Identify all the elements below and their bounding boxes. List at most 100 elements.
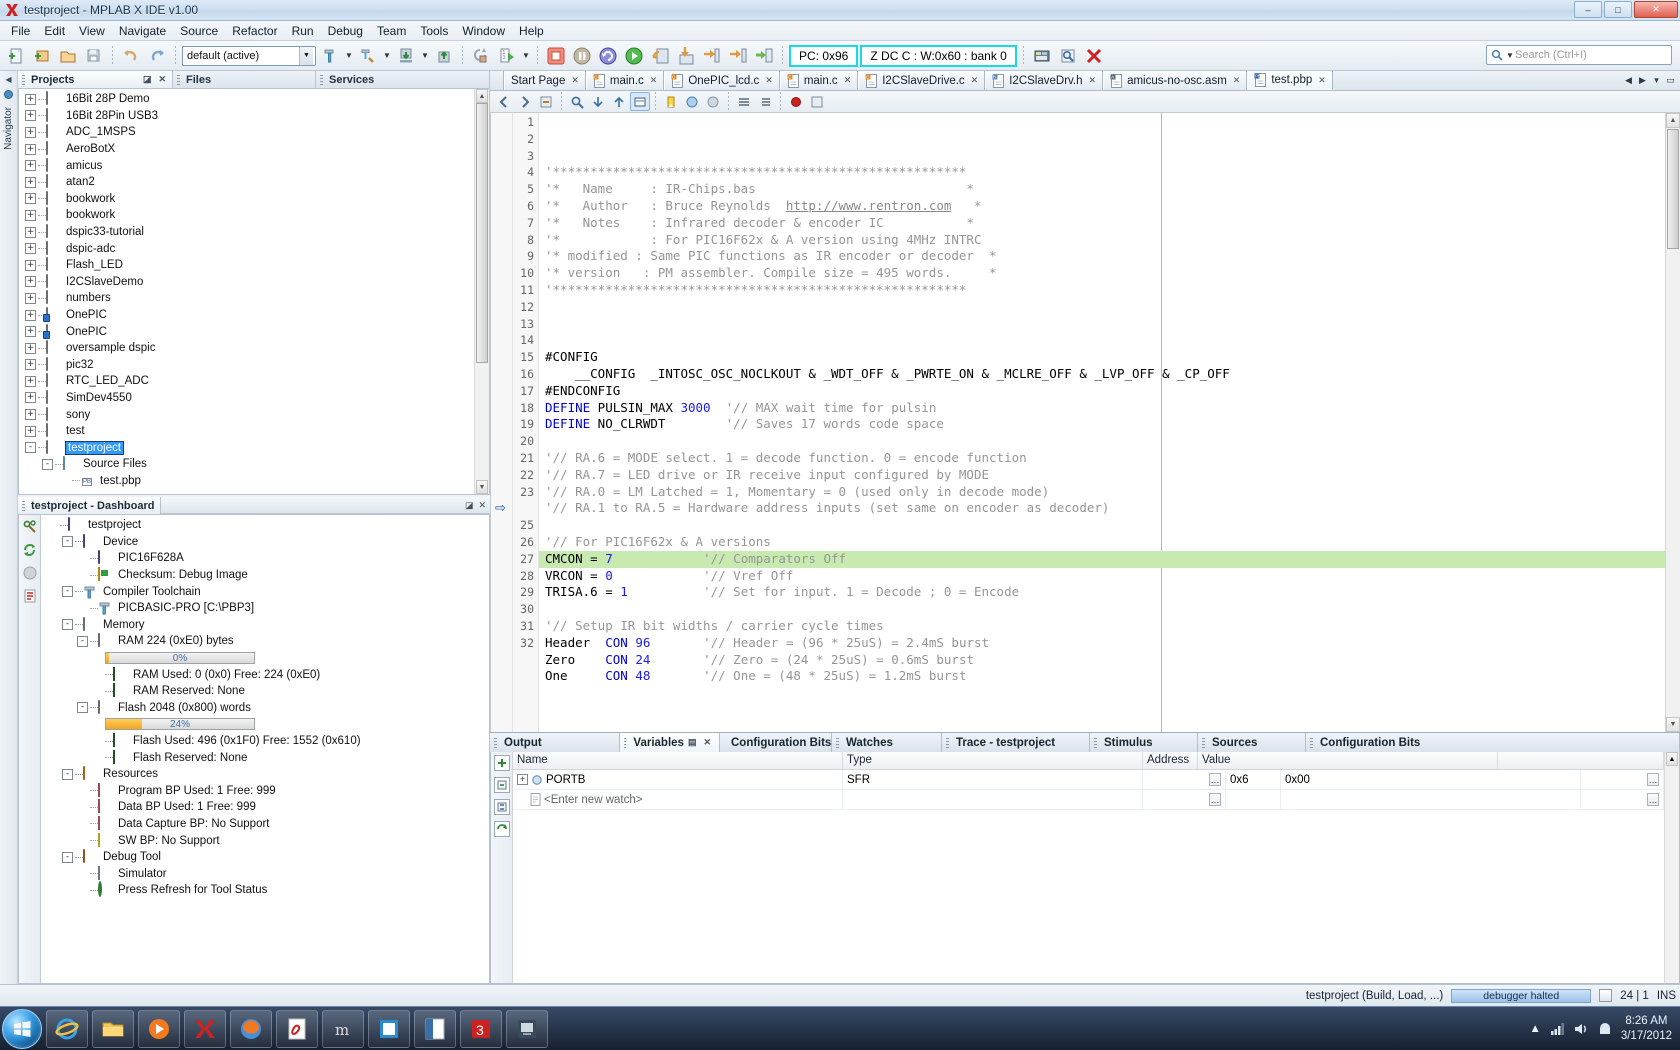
menu-item-run[interactable]: Run [285,22,321,40]
pdf-datasheet-icon[interactable] [22,588,38,604]
forward-icon[interactable] [515,92,535,111]
tray-network-icon[interactable] [1549,1021,1565,1037]
variables-scrollbar[interactable]: ▲ [1664,752,1679,983]
run-project-icon[interactable]: 13 [495,44,519,68]
dashboard-tree-row[interactable]: Flash Reserved: None [43,749,489,766]
make-and-program-icon[interactable] [394,44,418,68]
clean-build-icon[interactable] [356,44,380,68]
projects-tree[interactable]: +16Bit 28P Demo+16Bit 28Pin USB3+ADC_1MS… [19,89,489,489]
navigator-expand-icon[interactable]: ◀ [5,75,11,84]
bottom-tab-output[interactable]: Output [490,733,620,752]
panel-minimize-icon[interactable]: ◪ [143,74,152,85]
run-dropdown-icon[interactable]: ▼ [521,51,531,60]
step-over-icon[interactable] [648,44,672,68]
find-next-icon[interactable] [609,92,629,111]
tray-expand-icon[interactable]: ▲ [1529,1023,1540,1035]
menu-item-navigate[interactable]: Navigate [112,22,173,40]
project-tree-row[interactable]: +sony [21,406,489,423]
panel-tab-services[interactable]: Services [316,71,490,88]
project-tree-row[interactable]: +test [21,423,489,440]
project-tree-label[interactable]: RTC_LED_ADC [66,375,149,387]
excel-icon[interactable] [368,1010,410,1048]
collapse-icon[interactable]: - [42,459,53,470]
media-player-icon[interactable] [138,1010,180,1048]
project-tree-row[interactable]: +oversample dspic [21,340,489,357]
cell-editor-button-end[interactable]: … [1647,793,1659,806]
back-icon[interactable] [494,92,514,111]
project-tree-row[interactable]: +Flash_LED [21,257,489,274]
bottom-tab-sources[interactable]: Sources [1198,733,1306,752]
refresh-variables-icon[interactable] [494,821,510,837]
word-icon[interactable] [414,1010,456,1048]
next-bookmark-icon[interactable] [703,92,723,111]
code-line[interactable]: CMCON = 7 '// Comparators Off [539,551,1665,568]
expand-icon[interactable]: + [25,177,36,188]
bottom-tab-stimulus[interactable]: Stimulus [1090,733,1198,752]
breakpoint-gutter[interactable]: ⇨ [491,113,513,732]
project-tree-label[interactable]: bookwork [66,209,115,221]
tab-scroll-left-icon[interactable]: ◀ [1622,73,1635,89]
editor-vertical-scrollbar[interactable]: ▲ ▼ [1665,113,1680,732]
project-tree-label[interactable]: oversample dspic [66,342,155,354]
set-pc-at-cursor-icon[interactable] [752,44,776,68]
stop-debug-icon[interactable] [544,44,568,68]
code-line[interactable]: One CON 48 '// One = (48 * 25uS) = 1.2mS… [539,668,1665,685]
tab-close-icon[interactable]: ✕ [844,75,852,86]
bottom-panel-close-icon[interactable]: ✕ [703,737,711,748]
menu-item-source[interactable]: Source [173,22,225,40]
collapse-icon[interactable]: - [25,442,36,453]
code-line[interactable]: '// RA.6 = MODE select. 1 = decode funct… [539,450,1665,467]
dashboard-tree-row[interactable]: 0% [43,650,489,667]
project-tree-label[interactable]: dspic33-tutorial [66,226,144,238]
project-tree-row[interactable]: +OnePIC [21,307,489,324]
dashboard-tree[interactable]: testproject-DevicePIC16F628AChecksum: De… [41,515,489,983]
project-tree-label[interactable]: I2CSlaveDemo [66,276,143,288]
tab-close-icon[interactable]: ✕ [765,75,773,86]
cell-name[interactable]: <Enter new watch> [513,790,843,809]
find-previous-icon[interactable] [588,92,608,111]
dashboard-tree-row[interactable]: -Device [43,534,489,551]
code-line[interactable] [539,601,1665,618]
project-tree-row[interactable]: +AeroBotX [21,141,489,158]
code-line[interactable]: '* modified : Same PIC functions as IR e… [539,248,1665,265]
expand-icon[interactable]: + [25,127,36,138]
code-line[interactable] [539,433,1665,450]
editor-scroll-down-icon[interactable]: ▼ [1666,717,1680,732]
dashboard-tree-row[interactable]: Checksum: Debug Image [43,567,489,584]
editor-tab-test-pbp[interactable]: PBtest.pbp✕ [1247,71,1332,90]
code-line[interactable]: DEFINE NO_CLRWDT '// Saves 17 words code… [539,416,1665,433]
expand-icon[interactable]: + [25,409,36,420]
editor-scroll-up-icon[interactable]: ▲ [1666,113,1680,128]
bottom-tab-watches[interactable]: Watches [832,733,942,752]
project-tree-label[interactable]: OnePIC [66,326,107,338]
column-header-name[interactable]: Name [513,752,843,769]
code-line[interactable]: #CONFIG [539,349,1665,366]
minimize-button[interactable]: – [1574,1,1602,18]
project-tree-label[interactable]: Source Files [83,458,147,470]
start-orb-icon[interactable] [2,1009,42,1049]
dashboard-tree-row[interactable]: PICBASIC-PRO [C:\PBP3] [43,600,489,617]
bottom-tab-configuration-bits[interactable]: Configuration Bits [1306,733,1680,752]
search-dropdown-icon[interactable]: ▼ [1505,51,1515,60]
project-tree-row[interactable]: +SimDev4550 [21,390,489,407]
tab-close-icon[interactable]: ✕ [1233,75,1241,86]
code-line[interactable]: '***************************************… [539,282,1665,299]
cell-value[interactable] [1281,790,1581,809]
collapse-icon[interactable]: - [77,702,88,713]
toggle-bookmark-icon[interactable] [682,92,702,111]
expand-icon[interactable]: + [25,210,36,221]
code-line[interactable]: DEFINE PULSIN_MAX 3000 '// MAX wait time… [539,400,1665,417]
new-file-icon[interactable] [4,44,28,68]
cell-name[interactable]: +PORTB [513,770,843,789]
new-project-icon[interactable] [30,44,54,68]
code-line[interactable] [539,332,1665,349]
code-line[interactable]: '// RA.7 = LED drive or IR receive input… [539,467,1665,484]
dashboard-tree-row[interactable]: SW BP: No Support [43,832,489,849]
dashboard-tree-row[interactable]: RAM Used: 0 (0x0) Free: 224 (0xE0) [43,666,489,683]
open-project-icon[interactable] [56,44,80,68]
project-tree-label[interactable]: SimDev4550 [66,392,132,404]
project-tree-row[interactable]: +16Bit 28Pin USB3 [21,108,489,125]
build-project-icon[interactable] [318,44,342,68]
code-line[interactable]: '* Notes : Infrared decoder & encoder IC… [539,215,1665,232]
project-tree-row[interactable]: -testproject [21,439,489,456]
